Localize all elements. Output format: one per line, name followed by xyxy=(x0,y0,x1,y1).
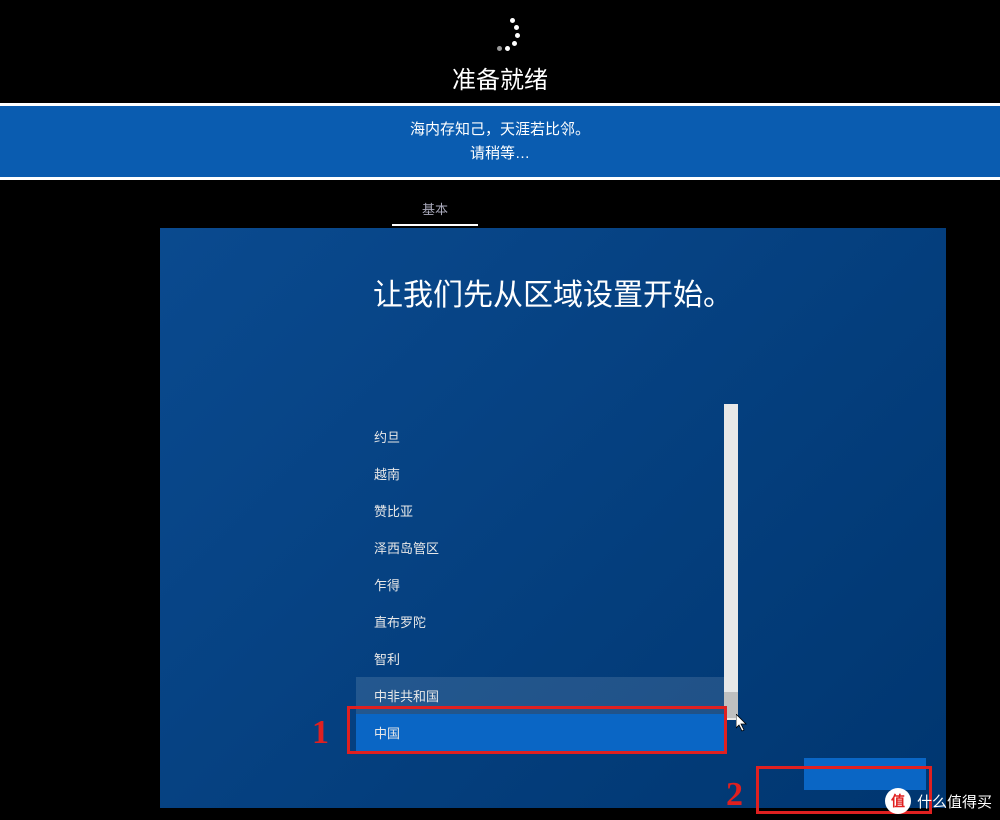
loading-status-text: 准备就绪 xyxy=(452,60,548,95)
region-item[interactable]: 中国 xyxy=(356,714,724,751)
oobe-title: 让我们先从区域设置开始。 xyxy=(160,270,946,314)
oobe-window: 让我们先从区域设置开始。 约旦越南赞比亚泽西岛管区乍得直布罗陀智利中非共和国中国 xyxy=(160,228,946,808)
region-item[interactable]: 中非共和国 xyxy=(356,677,724,714)
scrollbar-thumb[interactable] xyxy=(724,692,738,718)
oobe-panel: 基本 让我们先从区域设置开始。 约旦越南赞比亚泽西岛管区乍得直布罗陀智利中非共和… xyxy=(0,180,1000,814)
region-item[interactable]: 越南 xyxy=(356,455,724,492)
loading-panel: 准备就绪 xyxy=(0,0,1000,106)
next-button[interactable] xyxy=(804,758,926,790)
region-item[interactable]: 泽西岛管区 xyxy=(356,529,724,566)
tab-row: 基本 xyxy=(0,190,1000,226)
wait-message-line1: 海内存知己，天涯若比邻。 xyxy=(410,118,590,142)
region-item[interactable]: 乍得 xyxy=(356,566,724,603)
watermark: 值 什么值得买 xyxy=(885,788,992,814)
watermark-badge-icon: 值 xyxy=(885,788,911,814)
region-item[interactable]: 智利 xyxy=(356,640,724,677)
wait-panel: 海内存知己，天涯若比邻。 请稍等… xyxy=(0,106,1000,180)
region-scrollbar[interactable] xyxy=(724,404,738,720)
spinner-icon xyxy=(480,16,520,56)
watermark-text: 什么值得买 xyxy=(917,791,992,812)
region-item[interactable]: 直布罗陀 xyxy=(356,603,724,640)
region-item[interactable]: 约旦 xyxy=(356,418,724,455)
region-item[interactable]: 赞比亚 xyxy=(356,492,724,529)
wait-message-line2: 请稍等… xyxy=(470,142,530,166)
tab-basic[interactable]: 基本 xyxy=(392,191,478,226)
region-list[interactable]: 约旦越南赞比亚泽西岛管区乍得直布罗陀智利中非共和国中国 xyxy=(356,418,724,758)
